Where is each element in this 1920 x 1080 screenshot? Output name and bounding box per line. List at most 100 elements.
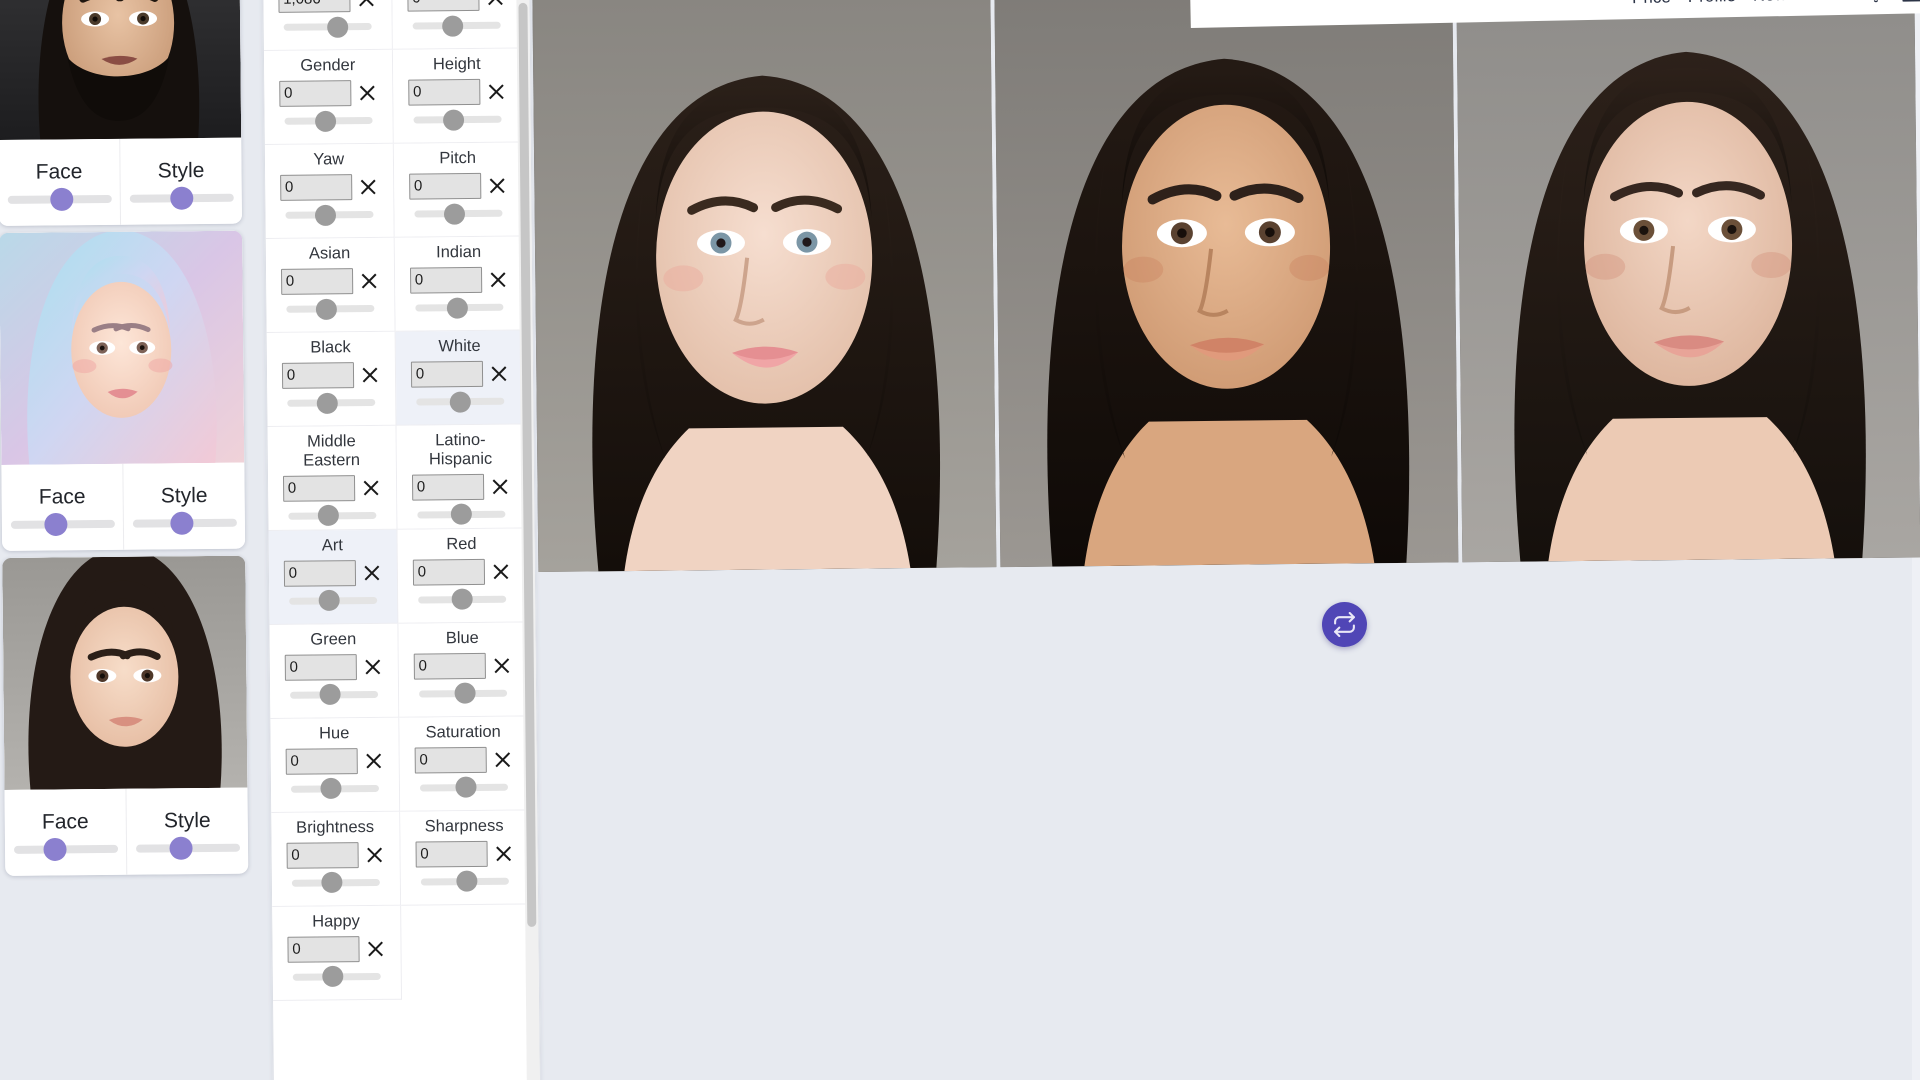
face-slider-1[interactable]: [7, 187, 112, 211]
slider-value-input[interactable]: 0: [281, 362, 354, 389]
close-x-icon[interactable]: [492, 656, 511, 675]
close-x-icon[interactable]: [487, 82, 506, 101]
style-slider-group-3[interactable]: Style: [126, 788, 248, 875]
slider-value-input[interactable]: 0: [412, 558, 485, 586]
slider-value-input[interactable]: 0: [284, 654, 357, 681]
close-x-icon[interactable]: [491, 477, 510, 496]
close-x-icon[interactable]: [492, 562, 511, 581]
slider-track[interactable]: [291, 872, 380, 894]
slider-knob[interactable]: [454, 776, 477, 799]
slider-track[interactable]: [290, 778, 379, 800]
slider-value-input[interactable]: 0: [407, 0, 480, 12]
close-x-icon[interactable]: [490, 364, 509, 383]
style-slider-group-1[interactable]: Style: [120, 138, 242, 225]
slider-value-input[interactable]: 0: [408, 172, 482, 200]
close-x-icon[interactable]: [365, 845, 384, 864]
slider-value-input[interactable]: 0: [413, 652, 486, 680]
slider-value-input[interactable]: 0: [410, 360, 483, 388]
slider-track[interactable]: [285, 204, 374, 226]
close-x-icon[interactable]: [363, 657, 382, 676]
slider-value-input[interactable]: 0: [286, 842, 359, 869]
close-x-icon[interactable]: [488, 176, 507, 195]
slider-knob[interactable]: [316, 298, 338, 320]
slider-track[interactable]: [289, 684, 378, 706]
face-slider-group-2[interactable]: Face: [1, 463, 125, 551]
slider-knob[interactable]: [450, 503, 472, 526]
close-x-icon[interactable]: [361, 365, 380, 384]
slider-track[interactable]: [287, 392, 376, 414]
face-slider-2[interactable]: [10, 512, 115, 537]
slider-value-input[interactable]: 0: [278, 80, 352, 107]
slider-value-input[interactable]: 0: [415, 840, 488, 868]
slider-track[interactable]: [417, 503, 506, 526]
slider-value-input[interactable]: 0: [282, 475, 355, 502]
preview-image-1[interactable]: [532, 0, 997, 572]
face-slider-group-3[interactable]: Face: [4, 788, 128, 876]
slider-knob[interactable]: [451, 588, 473, 611]
bell-icon[interactable]: [1866, 0, 1885, 4]
thumbnail-portrait-3[interactable]: [2, 555, 248, 790]
close-x-icon[interactable]: [364, 751, 383, 770]
slider-value-input[interactable]: 0: [283, 560, 356, 587]
slider-track[interactable]: [419, 776, 508, 799]
slider-knob[interactable]: [319, 684, 341, 706]
slider-knob[interactable]: [318, 590, 341, 612]
slider-track[interactable]: [288, 505, 377, 527]
slider-knob[interactable]: [449, 391, 471, 413]
slider-knob[interactable]: [455, 870, 477, 893]
thumbnail-portrait-2[interactable]: [0, 230, 245, 465]
slider-knob[interactable]: [444, 203, 466, 225]
close-x-icon[interactable]: [358, 83, 377, 102]
slider-track[interactable]: [283, 16, 372, 38]
close-x-icon[interactable]: [362, 478, 381, 497]
slider-track[interactable]: [288, 590, 377, 612]
thumbnail-portrait-1[interactable]: [0, 0, 242, 140]
slider-value-input[interactable]: 0: [279, 174, 353, 201]
slider-value-input[interactable]: 0: [407, 78, 481, 106]
slider-value-input[interactable]: 0: [414, 746, 487, 774]
slider-knob[interactable]: [322, 966, 344, 988]
slider-value-input[interactable]: 0: [280, 268, 354, 295]
slider-knob[interactable]: [453, 682, 476, 705]
face-slider-3[interactable]: [13, 837, 118, 862]
slider-track[interactable]: [416, 391, 505, 413]
slider-knob[interactable]: [442, 15, 464, 37]
slider-track[interactable]: [414, 203, 503, 225]
preview-image-2[interactable]: [993, 0, 1459, 568]
slider-track[interactable]: [418, 682, 507, 705]
style-slider-group-2[interactable]: Style: [123, 463, 245, 550]
hamburger-menu-icon[interactable]: [1902, 0, 1920, 2]
face-slider-group-1[interactable]: Face: [0, 138, 122, 226]
thumbnail-card-2[interactable]: Face Style: [0, 230, 246, 551]
slider-knob[interactable]: [317, 505, 340, 527]
close-x-icon[interactable]: [357, 0, 376, 9]
slider-knob[interactable]: [443, 109, 465, 131]
nav-price[interactable]: Price: [1632, 0, 1671, 8]
slider-knob[interactable]: [315, 204, 337, 226]
close-x-icon[interactable]: [363, 563, 382, 582]
slider-track[interactable]: [420, 870, 509, 893]
nav-profile[interactable]: Profile: [1688, 0, 1737, 7]
close-x-icon[interactable]: [493, 750, 512, 769]
preview-image-3[interactable]: [1455, 0, 1920, 563]
nav-new-version[interactable]: New-Version: [1753, 0, 1850, 6]
slider-value-input[interactable]: 1,086: [278, 0, 351, 13]
close-x-icon[interactable]: [366, 939, 385, 958]
thumbnail-card-3[interactable]: Face Style: [2, 555, 249, 876]
style-slider-1[interactable]: [129, 186, 234, 210]
slider-value-input[interactable]: 0: [287, 936, 360, 963]
slider-track[interactable]: [415, 297, 504, 319]
slider-track[interactable]: [412, 15, 501, 37]
close-x-icon[interactable]: [486, 0, 505, 7]
close-x-icon[interactable]: [494, 844, 513, 863]
close-x-icon[interactable]: [489, 270, 508, 289]
slider-track[interactable]: [286, 298, 375, 320]
slider-knob[interactable]: [327, 16, 349, 38]
slider-knob[interactable]: [316, 392, 339, 414]
slider-track[interactable]: [284, 110, 373, 132]
slider-knob[interactable]: [321, 872, 343, 894]
style-slider-2[interactable]: [132, 511, 237, 535]
slider-value-input[interactable]: 0: [411, 473, 484, 501]
swap-previews-button[interactable]: [1322, 602, 1367, 647]
slider-knob[interactable]: [315, 110, 337, 132]
